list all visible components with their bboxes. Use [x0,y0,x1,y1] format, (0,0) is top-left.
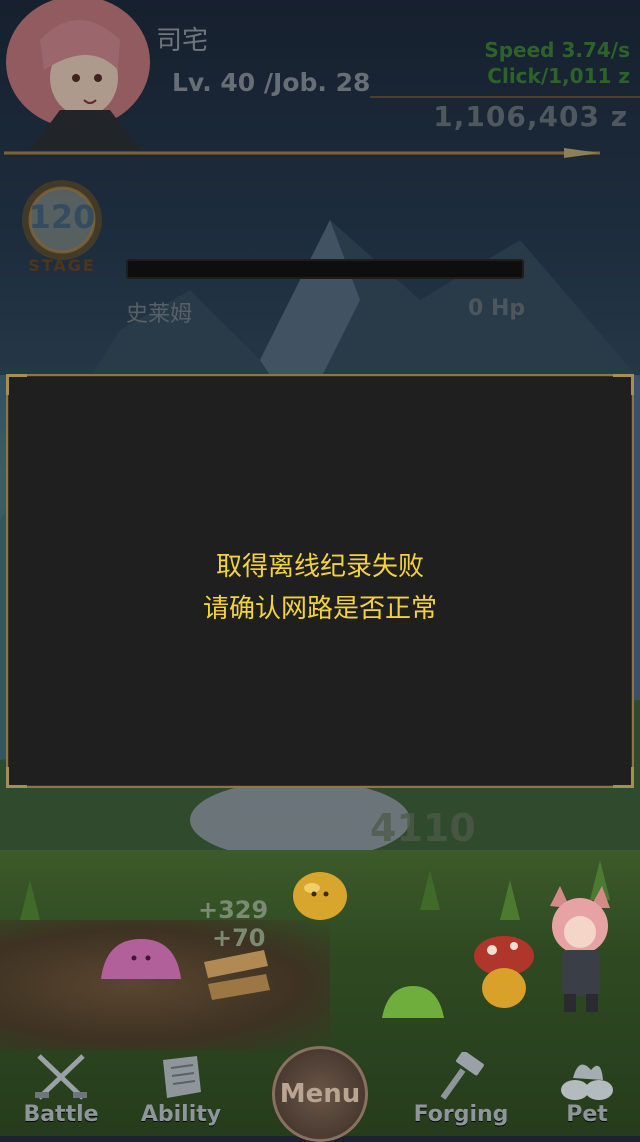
player-portrait[interactable] [0,0,160,150]
grass-tuft [420,870,440,910]
grass-tuft [20,880,40,920]
dialog-corner-ornament [613,767,634,788]
green-slime [382,986,444,1018]
pink-slime [101,939,181,979]
nav-battle[interactable]: Battle [6,1040,116,1136]
monster-hp-bar [126,259,524,279]
click-stat: Click/1,011 z [487,64,630,88]
speed-stat: Speed 3.74/s [484,38,630,62]
exp-bar [4,148,600,158]
nav-forging[interactable]: Forging [406,1040,516,1136]
zeny-gain-popup: +329 [198,896,269,924]
nav-battle-label: Battle [23,1102,99,1127]
monster-hp-text: 0 Hp [468,296,526,321]
nav-ability-label: Ability [140,1102,222,1127]
pet-slimes-icon [561,1064,613,1100]
divider-line [370,96,640,98]
dialog-message-line2: 请确认网路是否正常 [202,594,437,624]
dialog-corner-ornament [6,374,27,395]
crossed-swords-icon [35,1054,87,1100]
dialog-corner-ornament [6,767,27,788]
level-job-text: Lv. 40 /Job. 28 [172,68,371,97]
nav-ability[interactable]: Ability [126,1040,236,1136]
wood-plank-drop [204,950,270,1000]
error-dialog[interactable]: 取得离线纪录失败 请确认网路是否正常 [6,374,634,788]
dialog-corner-ornament [613,374,634,395]
stage-number: 120 [28,198,96,236]
player-name: 司宅 [156,26,209,56]
nav-forging-label: Forging [413,1102,509,1127]
hammer-icon [440,1052,484,1100]
grass-tuft [500,880,520,920]
nav-pet[interactable]: Pet [532,1040,640,1136]
nav-pet-label: Pet [566,1102,608,1127]
damage-number: 4110 [370,806,476,850]
scroll-icon [163,1056,201,1098]
stage-label: STAGE [28,256,96,275]
monster-name: 史莱姆 [126,302,193,327]
menu-button[interactable]: Menu [272,1046,368,1142]
player-character-sprite [550,886,610,1012]
yellow-slime-flying [293,872,347,920]
menu-button-label: Menu [279,1079,361,1109]
zeny-gain-popup: +70 [212,924,266,952]
dialog-message-line1: 取得离线纪录失败 [215,552,424,582]
zeny-total: 1,106,403 z [433,100,628,133]
